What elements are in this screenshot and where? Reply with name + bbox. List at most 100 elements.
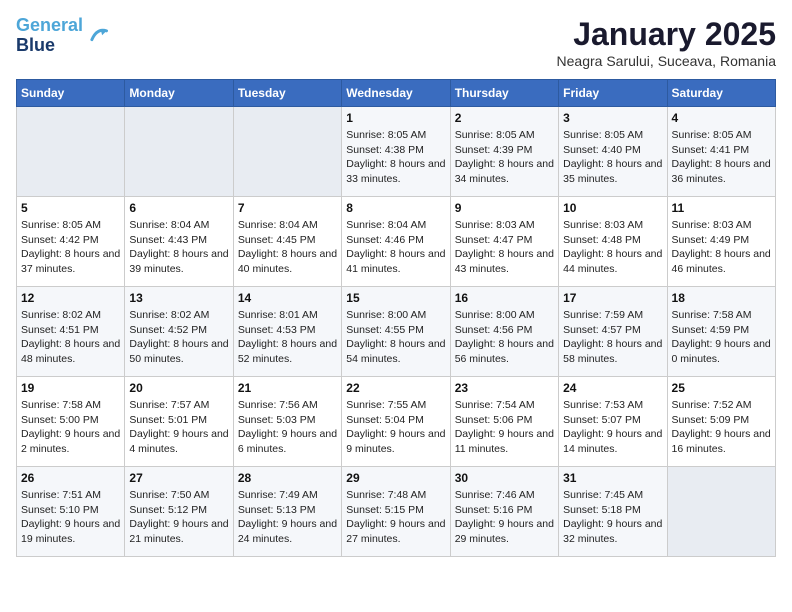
page-header: GeneralBlue January 2025 Neagra Sarului,… (16, 16, 776, 69)
day-info: Sunrise: 8:03 AMSunset: 4:47 PMDaylight:… (455, 218, 554, 277)
calendar-cell: 21 Sunrise: 7:56 AMSunset: 5:03 PMDayligh… (233, 377, 341, 467)
day-info: Sunrise: 8:03 AMSunset: 4:49 PMDaylight:… (672, 218, 771, 277)
day-info: Sunrise: 7:45 AMSunset: 5:18 PMDaylight:… (563, 488, 662, 547)
day-number: 4 (672, 111, 771, 125)
day-info: Sunrise: 8:05 AMSunset: 4:41 PMDaylight:… (672, 128, 771, 187)
day-number: 26 (21, 471, 120, 485)
calendar-cell: 5Sunrise: 8:05 AMSunset: 4:42 PMDaylight… (17, 197, 125, 287)
day-number: 2 (455, 111, 554, 125)
calendar-cell: 4 Sunrise: 8:05 AMSunset: 4:41 PMDaylight… (667, 107, 775, 197)
day-number: 14 (238, 291, 337, 305)
title-area: January 2025 Neagra Sarului, Suceava, Ro… (557, 16, 776, 69)
day-number: 23 (455, 381, 554, 395)
day-number: 21 (238, 381, 337, 395)
day-number: 24 (563, 381, 662, 395)
day-info: Sunrise: 7:59 AMSunset: 4:57 PMDaylight:… (563, 308, 662, 367)
day-number: 11 (672, 201, 771, 215)
day-info: Sunrise: 8:00 AMSunset: 4:55 PMDaylight:… (346, 308, 445, 367)
calendar-cell: 2Sunrise: 8:05 AMSunset: 4:39 PMDaylight… (450, 107, 558, 197)
logo-icon (86, 25, 108, 47)
day-number: 18 (672, 291, 771, 305)
day-number: 31 (563, 471, 662, 485)
calendar-cell: 22 Sunrise: 7:55 AMSunset: 5:04 PMDayligh… (342, 377, 450, 467)
day-info: Sunrise: 8:03 AMSunset: 4:48 PMDaylight:… (563, 218, 662, 277)
day-number: 30 (455, 471, 554, 485)
calendar-week-row: 12Sunrise: 8:02 AMSunset: 4:51 PMDayligh… (17, 287, 776, 377)
calendar-cell: 29 Sunrise: 7:48 AMSunset: 5:15 PMDayligh… (342, 467, 450, 557)
day-number: 7 (238, 201, 337, 215)
day-info: Sunrise: 8:05 AMSunset: 4:38 PMDaylight:… (346, 128, 445, 187)
header-row: SundayMondayTuesdayWednesdayThursdayFrid… (17, 80, 776, 107)
calendar-week-row: 19 Sunrise: 7:58 AMSunset: 5:00 PMDayligh… (17, 377, 776, 467)
calendar-cell: 8Sunrise: 8:04 AMSunset: 4:46 PMDaylight… (342, 197, 450, 287)
day-number: 13 (129, 291, 228, 305)
day-info: Sunrise: 7:58 AMSunset: 5:00 PMDaylight:… (21, 398, 120, 457)
calendar-cell: 14Sunrise: 8:01 AMSunset: 4:53 PMDayligh… (233, 287, 341, 377)
calendar-cell: 9 Sunrise: 8:03 AMSunset: 4:47 PMDaylight… (450, 197, 558, 287)
calendar-cell: 13Sunrise: 8:02 AMSunset: 4:52 PMDayligh… (125, 287, 233, 377)
calendar-cell: 18 Sunrise: 7:58 AMSunset: 4:59 PMDayligh… (667, 287, 775, 377)
calendar-cell: 24 Sunrise: 7:53 AMSunset: 5:07 PMDayligh… (559, 377, 667, 467)
day-number: 25 (672, 381, 771, 395)
day-number: 3 (563, 111, 662, 125)
calendar-cell: 3 Sunrise: 8:05 AMSunset: 4:40 PMDaylight… (559, 107, 667, 197)
day-info: Sunrise: 8:04 AMSunset: 4:45 PMDaylight:… (238, 218, 337, 277)
calendar-week-row: 1Sunrise: 8:05 AMSunset: 4:38 PMDaylight… (17, 107, 776, 197)
day-info: Sunrise: 7:54 AMSunset: 5:06 PMDaylight:… (455, 398, 554, 457)
calendar-cell: 30 Sunrise: 7:46 AMSunset: 5:16 PMDayligh… (450, 467, 558, 557)
calendar-cell: 10 Sunrise: 8:03 AMSunset: 4:48 PMDayligh… (559, 197, 667, 287)
calendar-week-row: 5Sunrise: 8:05 AMSunset: 4:42 PMDaylight… (17, 197, 776, 287)
day-info: Sunrise: 8:04 AMSunset: 4:43 PMDaylight:… (129, 218, 228, 277)
day-number: 10 (563, 201, 662, 215)
weekday-header: Thursday (450, 80, 558, 107)
day-number: 20 (129, 381, 228, 395)
day-number: 5 (21, 201, 120, 215)
day-info: Sunrise: 7:53 AMSunset: 5:07 PMDaylight:… (563, 398, 662, 457)
month-title: January 2025 (557, 16, 776, 53)
day-number: 27 (129, 471, 228, 485)
weekday-header: Wednesday (342, 80, 450, 107)
day-info: Sunrise: 7:49 AMSunset: 5:13 PMDaylight:… (238, 488, 337, 547)
weekday-header: Sunday (17, 80, 125, 107)
weekday-header: Tuesday (233, 80, 341, 107)
calendar-cell: 12Sunrise: 8:02 AMSunset: 4:51 PMDayligh… (17, 287, 125, 377)
day-number: 15 (346, 291, 445, 305)
day-info: Sunrise: 7:48 AMSunset: 5:15 PMDaylight:… (346, 488, 445, 547)
day-info: Sunrise: 7:55 AMSunset: 5:04 PMDaylight:… (346, 398, 445, 457)
day-number: 6 (129, 201, 228, 215)
day-info: Sunrise: 7:50 AMSunset: 5:12 PMDaylight:… (129, 488, 228, 547)
day-info: Sunrise: 7:51 AMSunset: 5:10 PMDaylight:… (21, 488, 120, 547)
calendar-cell: 31 Sunrise: 7:45 AMSunset: 5:18 PMDayligh… (559, 467, 667, 557)
day-info: Sunrise: 7:58 AMSunset: 4:59 PMDaylight:… (672, 308, 771, 367)
weekday-header: Monday (125, 80, 233, 107)
calendar-cell (17, 107, 125, 197)
day-number: 28 (238, 471, 337, 485)
calendar-cell: 26 Sunrise: 7:51 AMSunset: 5:10 PMDayligh… (17, 467, 125, 557)
day-number: 9 (455, 201, 554, 215)
calendar-cell: 16 Sunrise: 8:00 AMSunset: 4:56 PMDayligh… (450, 287, 558, 377)
calendar-cell: 25 Sunrise: 7:52 AMSunset: 5:09 PMDayligh… (667, 377, 775, 467)
calendar-cell: 7 Sunrise: 8:04 AMSunset: 4:45 PMDaylight… (233, 197, 341, 287)
day-info: Sunrise: 7:46 AMSunset: 5:16 PMDaylight:… (455, 488, 554, 547)
calendar-week-row: 26 Sunrise: 7:51 AMSunset: 5:10 PMDayligh… (17, 467, 776, 557)
calendar-cell: 1Sunrise: 8:05 AMSunset: 4:38 PMDaylight… (342, 107, 450, 197)
day-number: 16 (455, 291, 554, 305)
calendar-table: SundayMondayTuesdayWednesdayThursdayFrid… (16, 79, 776, 557)
calendar-body: 1Sunrise: 8:05 AMSunset: 4:38 PMDaylight… (17, 107, 776, 557)
calendar-cell (233, 107, 341, 197)
day-info: Sunrise: 8:00 AMSunset: 4:56 PMDaylight:… (455, 308, 554, 367)
calendar-cell (667, 467, 775, 557)
calendar-cell (125, 107, 233, 197)
day-number: 19 (21, 381, 120, 395)
day-info: Sunrise: 7:56 AMSunset: 5:03 PMDaylight:… (238, 398, 337, 457)
day-info: Sunrise: 7:52 AMSunset: 5:09 PMDaylight:… (672, 398, 771, 457)
calendar-cell: 28 Sunrise: 7:49 AMSunset: 5:13 PMDayligh… (233, 467, 341, 557)
calendar-header: SundayMondayTuesdayWednesdayThursdayFrid… (17, 80, 776, 107)
calendar-cell: 6 Sunrise: 8:04 AMSunset: 4:43 PMDaylight… (125, 197, 233, 287)
location-subtitle: Neagra Sarului, Suceava, Romania (557, 53, 776, 69)
calendar-cell: 27 Sunrise: 7:50 AMSunset: 5:12 PMDayligh… (125, 467, 233, 557)
day-number: 12 (21, 291, 120, 305)
day-number: 29 (346, 471, 445, 485)
day-number: 22 (346, 381, 445, 395)
day-info: Sunrise: 8:05 AMSunset: 4:40 PMDaylight:… (563, 128, 662, 187)
